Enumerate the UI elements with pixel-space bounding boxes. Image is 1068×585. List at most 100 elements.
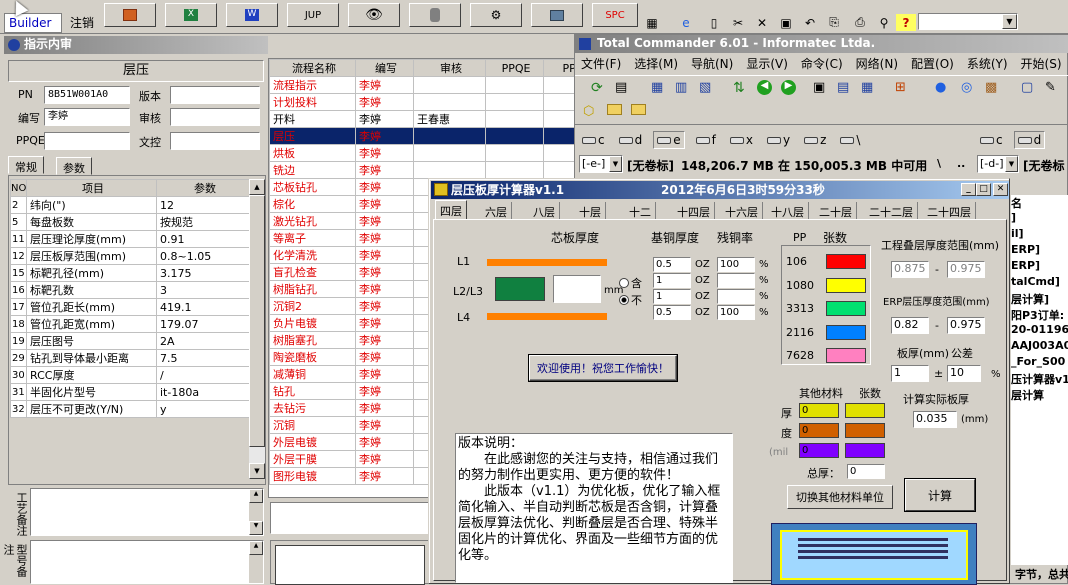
file-list-item[interactable]: AAJ003A0: (1011, 339, 1068, 355)
pp-count-swatch[interactable] (826, 277, 866, 293)
refresh-icon[interactable]: ⟳ (591, 80, 603, 96)
params-row[interactable]: 19 层压图号 2A (10, 332, 251, 350)
params-row[interactable]: 2 纬向(") 12 (10, 196, 251, 214)
word-icon[interactable]: W (226, 3, 278, 27)
eng-min-field[interactable]: 0.875 (891, 261, 929, 278)
flow-row[interactable]: 烘板 李婷 (269, 144, 577, 162)
edit-icon[interactable]: ✎ (1045, 80, 1056, 95)
base-copper-input[interactable]: 0.5 (653, 257, 691, 272)
drive-select-right[interactable]: [-d-] ▼ (977, 155, 1019, 173)
folder-icon[interactable] (607, 104, 622, 115)
tc-menu-item[interactable]: 选择(M) (634, 55, 678, 73)
find-icon[interactable]: ⚲ (874, 14, 894, 31)
layer-tab[interactable]: 二十层 (815, 202, 857, 220)
flow-row[interactable]: 铣边 李婷 (269, 161, 577, 179)
eye-icon[interactable]: 👁 (348, 3, 400, 27)
pp-count-swatch[interactable] (826, 348, 866, 363)
pp-count-swatch[interactable] (826, 254, 866, 269)
flow-input-box[interactable] (270, 502, 430, 534)
tc-menu-item[interactable]: 网络(N) (856, 55, 898, 73)
layer-tab[interactable]: 十四层 (673, 202, 715, 220)
maximize-button[interactable]: □ (976, 183, 991, 196)
ie-icon[interactable]: e (676, 14, 696, 31)
pp-count-swatch[interactable] (826, 301, 866, 316)
print-icon[interactable]: ⎙ (850, 14, 870, 31)
drive-button[interactable]: d (1013, 131, 1046, 149)
params-row[interactable]: 12 层压板厚范围(mm) 0.8~1.05 (10, 247, 251, 265)
total-thickness-field[interactable]: 0 (847, 464, 885, 479)
ftp-icon[interactable]: ⊞ (895, 80, 906, 95)
sort-icon[interactable]: ⇅ (733, 80, 745, 96)
drive-button[interactable]: e (653, 131, 685, 149)
file-list-item[interactable]: ERP] (1011, 243, 1068, 259)
layer-tab[interactable]: 十八层 (767, 202, 809, 220)
params-row[interactable]: 16 标靶孔数 3 (10, 281, 251, 299)
residual-copper-input[interactable] (717, 273, 755, 288)
database-icon[interactable] (409, 3, 461, 27)
params-row[interactable]: 18 管位孔距宽(mm) 179.07 (10, 315, 251, 333)
drive-button[interactable]: f (693, 131, 719, 149)
tc-menu-item[interactable]: 文件(F) (581, 55, 621, 73)
layer-tab[interactable]: 十层 (575, 202, 606, 220)
file-list-item[interactable]: 压计算器v1 (1011, 371, 1068, 387)
params-row[interactable]: 5 每盘板数 按规范 (10, 213, 251, 231)
layer-tab[interactable]: 十二 (625, 202, 656, 220)
ppt-icon[interactable] (104, 3, 156, 27)
file-list-item[interactable]: ] (1011, 211, 1068, 227)
version-field[interactable] (170, 86, 260, 104)
logout-button[interactable]: 注销 (70, 14, 94, 31)
params-row[interactable]: 31 半固化片型号 it-180a (10, 383, 251, 401)
pack-icon[interactable]: ▣ (813, 80, 825, 95)
col-header-item[interactable]: 项目 (26, 179, 157, 197)
file-control-field[interactable] (170, 132, 260, 150)
unpack-icon[interactable]: ▤ (837, 80, 849, 95)
tc-menu-item[interactable]: 命令(C) (801, 55, 843, 73)
flow-header-author[interactable]: 编写 (355, 59, 414, 77)
brief-view-icon[interactable]: ▦ (651, 80, 663, 95)
flow-header-review[interactable]: 审核 (413, 59, 486, 77)
computer-icon[interactable] (531, 3, 583, 27)
layer-tab[interactable]: 六层 (481, 202, 512, 220)
other-count-input[interactable] (845, 443, 885, 458)
without-copper-radio[interactable]: 不 (619, 292, 642, 308)
author-field[interactable]: 李婷 (44, 108, 130, 126)
drive-button[interactable]: c (579, 131, 608, 149)
file-list-item[interactable]: _For_S00 (1011, 355, 1068, 371)
connect-icon[interactable]: ● (935, 80, 946, 95)
delete-icon[interactable]: ✕ (752, 14, 772, 31)
tolerance-field[interactable]: 10 (947, 365, 981, 382)
excel-icon[interactable]: X (165, 3, 217, 27)
base-copper-input[interactable]: 0.5 (653, 305, 691, 320)
file-list-item[interactable]: ERP] (1011, 259, 1068, 275)
tc-menu-item[interactable]: 配置(O) (911, 55, 954, 73)
actual-thickness-field[interactable]: 0.035 (913, 411, 957, 428)
core-thickness-input[interactable] (553, 275, 601, 303)
sync-icon[interactable]: ◎ (961, 80, 972, 95)
params-row[interactable]: 17 管位孔距长(mm) 419.1 (10, 298, 251, 316)
base-copper-input[interactable]: 1 (653, 289, 691, 304)
tc-menu-item[interactable]: 系统(Y) (967, 55, 1008, 73)
layer-tab[interactable]: 四层 (435, 200, 467, 220)
file-list-item[interactable]: 层计算] (1011, 291, 1068, 307)
col-header-param[interactable]: 参数 (156, 179, 251, 197)
process-note-field[interactable]: ▲ ▼ (30, 488, 264, 536)
base-copper-input[interactable]: 1 (653, 273, 691, 288)
with-copper-radio[interactable]: 含 (619, 275, 642, 291)
pp-count-swatch[interactable] (826, 324, 866, 340)
params-row[interactable]: 15 标靶孔径(mm) 3.175 (10, 264, 251, 282)
drive-button[interactable]: y (764, 131, 793, 149)
tab-general[interactable]: 常规 (8, 156, 44, 174)
help-icon[interactable]: ? (896, 14, 916, 31)
new-doc-icon[interactable]: ▯ (704, 14, 724, 31)
toolbar-dropdown[interactable]: ▼ (918, 13, 1018, 30)
version-notes[interactable]: 版本说明： 在此感谢您的关注与支持，相信通过我们的努力制作出更实用、更方便的软件… (455, 433, 733, 583)
model-note-field[interactable]: ▲ (30, 540, 264, 584)
layer-tab[interactable]: 十六层 (721, 202, 763, 220)
residual-copper-input[interactable] (717, 289, 755, 304)
drive-button[interactable]: \ (837, 131, 863, 149)
params-scrollbar[interactable]: ▲ ▼ (249, 179, 265, 479)
board-thickness-field[interactable]: 1 (891, 365, 929, 382)
tc-menu-item[interactable]: 导航(N) (691, 55, 733, 73)
file-list-item[interactable]: 阳P3订单: (1011, 307, 1068, 323)
col-header-no[interactable]: NO (10, 179, 27, 197)
